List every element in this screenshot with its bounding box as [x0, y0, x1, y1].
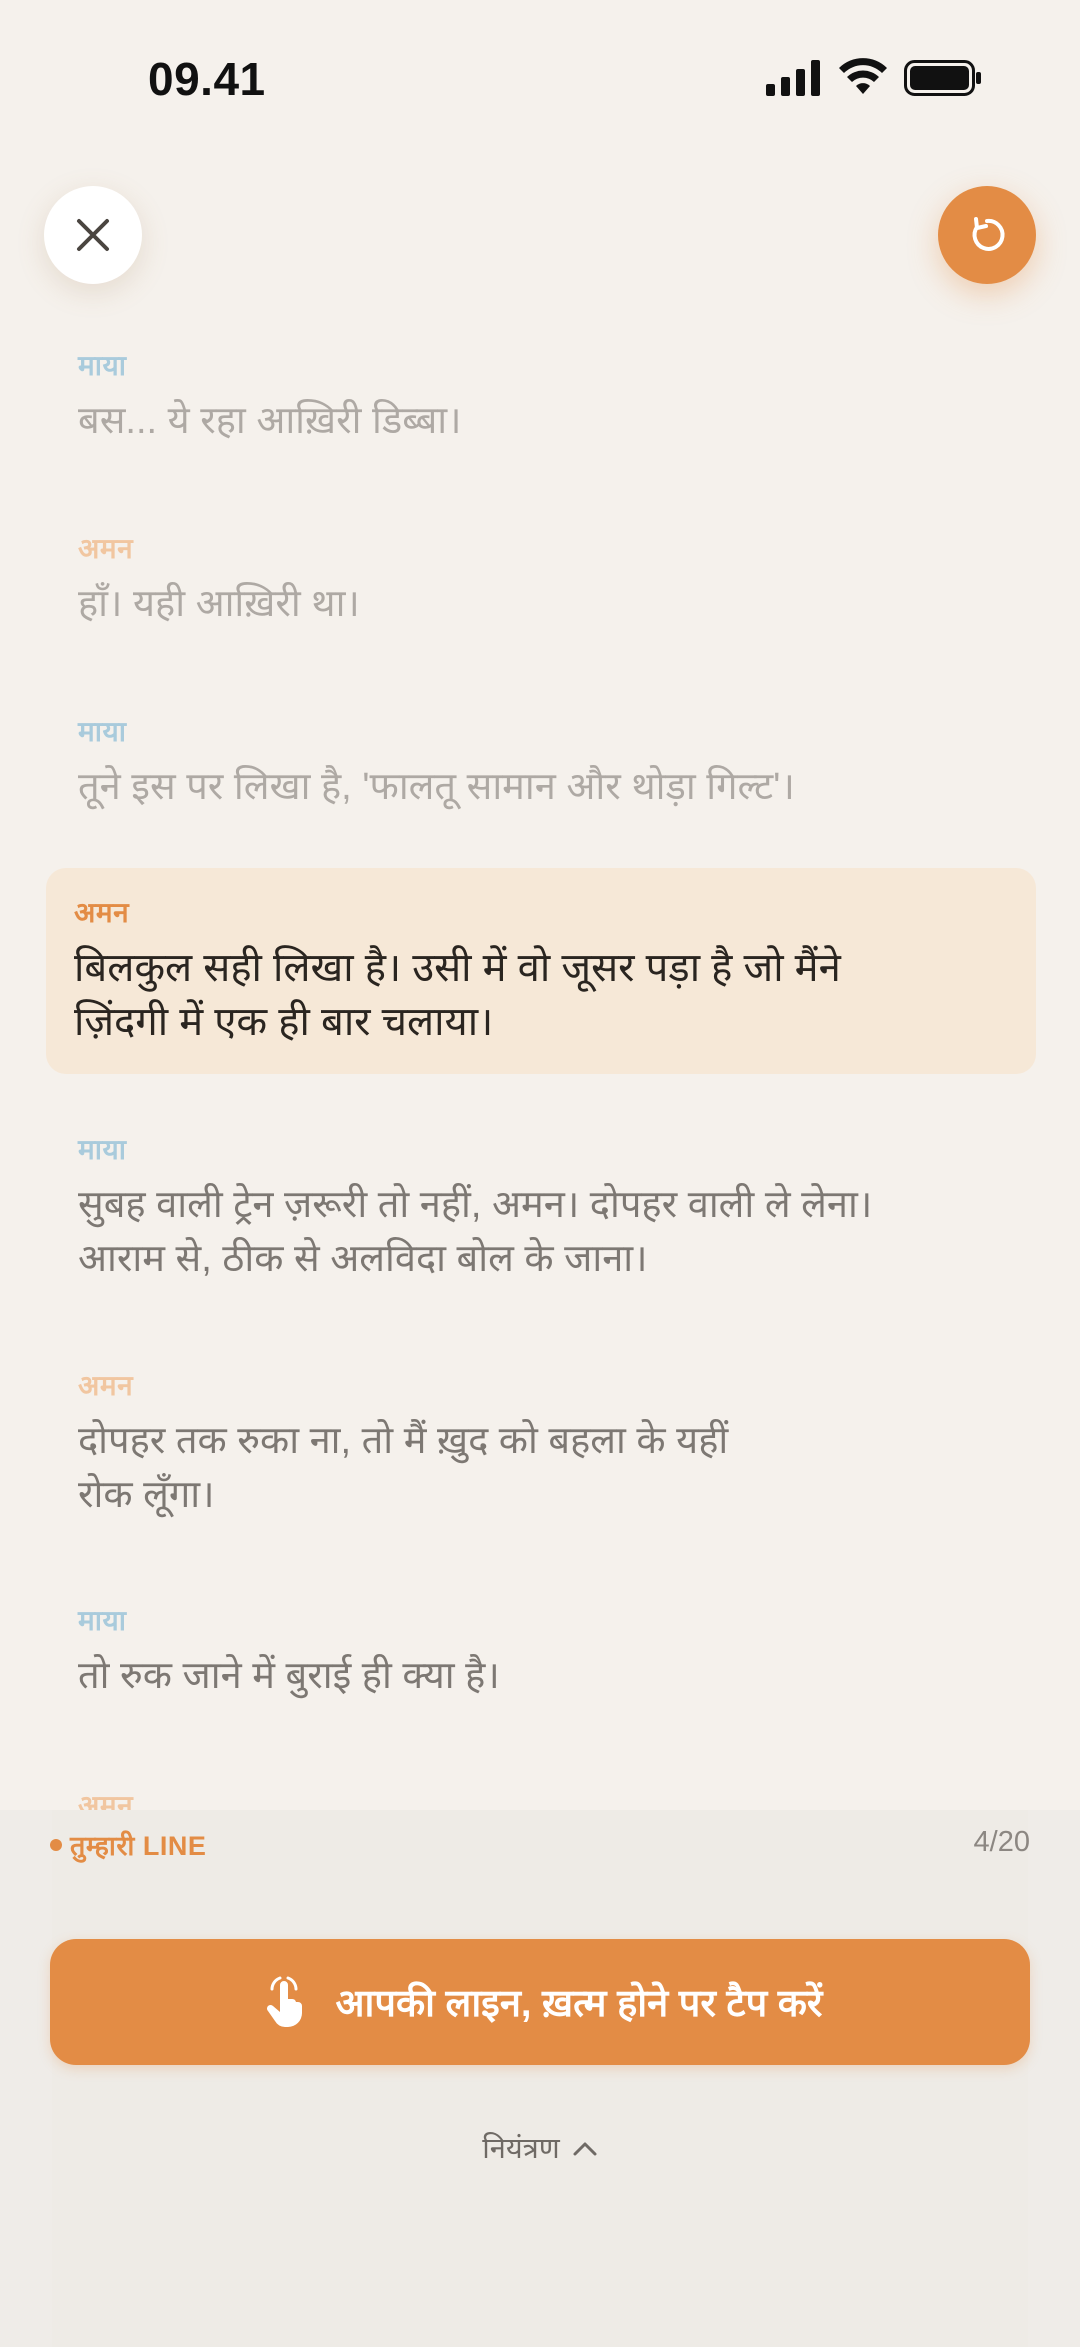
close-button[interactable] — [44, 186, 142, 284]
speaker-name: माया — [78, 716, 127, 747]
line-text-part: ज़िंदगी में एक ही बार चलाया। — [74, 1000, 494, 1044]
current-script-line: अमन बिलकुल सही लिखा है। उसी में वो जूसर … — [74, 893, 1014, 1049]
script-line: माया तूने इस पर लिखा है, 'फालतू सामान और… — [78, 712, 1018, 814]
tap-when-done-button[interactable]: आपकी लाइन, ख़त्म होने पर टैप करें — [50, 1939, 1030, 2065]
status-time: 09.41 — [148, 53, 266, 105]
tap-button-label: आपकी लाइन, ख़त्म होने पर टैप करें — [335, 1983, 823, 2025]
controls-label: नियंत्रण — [482, 2133, 560, 2165]
line-text: बिलकुल सही लिखा है। उसी में वो जूसर पड़ा… — [74, 941, 1014, 1049]
tap-hand-icon — [266, 1976, 302, 2027]
battery-icon — [904, 60, 981, 96]
script-line: माया सुबह वाली ट्रेन ज़रूरी तो नहीं, अमन… — [78, 1130, 1018, 1286]
speaker-name: अमन — [74, 897, 130, 928]
speaker-name: माया — [78, 350, 127, 381]
close-icon — [77, 219, 109, 251]
line-text: सुबह वाली ट्रेन ज़रूरी तो नहीं, अमन। दोप… — [78, 1178, 1018, 1286]
your-line-indicator: तुम्हारी LINE — [50, 1826, 206, 1863]
speaker-name: माया — [78, 1605, 127, 1636]
speaker-name: अमन — [78, 1370, 134, 1401]
line-text: बस... ये रहा आख़िरी डिब्बा। — [78, 400, 462, 442]
script-list[interactable]: माया बस... ये रहा आख़िरी डिब्बा। अमन हाँ… — [0, 330, 1080, 1810]
cellular-signal-icon — [766, 60, 820, 96]
line-text-part: बिलकुल सही लिखा है। उसी में वो जूसर पड़ा… — [74, 946, 841, 990]
speaker-name: अमन — [78, 1790, 134, 1810]
restart-icon — [972, 217, 1005, 251]
line-text: तूने इस पर लिखा है, 'फालतू सामान और थोड़… — [78, 766, 795, 808]
line-text-part: आराम से, ठीक से अलविदा बोल के जाना। — [78, 1238, 648, 1280]
line-text: तो रुक जाने में बुराई ही क्या है। — [78, 1655, 500, 1697]
line-text: दोपहर तक रुका ना, तो मैं ख़ुद को बहला के… — [78, 1414, 1018, 1522]
your-line-label: तुम्हारी LINE — [70, 1831, 207, 1861]
restart-button[interactable] — [938, 186, 1036, 284]
wifi-icon — [839, 58, 887, 94]
status-bar: 09.41 — [0, 0, 1080, 150]
line-text-part: रोक लूँगा। — [78, 1474, 215, 1516]
line-progress: 4/20 — [973, 1826, 1030, 1858]
panel-background — [52, 1810, 1028, 2347]
script-line: अमन — [78, 1786, 1018, 1810]
line-text-part: दोपहर तक रुका ना, तो मैं ख़ुद को बहला के… — [78, 1420, 729, 1462]
indicator-dot — [50, 1838, 62, 1851]
bottom-panel — [0, 1810, 1080, 2347]
speaker-name: माया — [78, 1134, 127, 1165]
chevron-up-icon — [573, 2142, 597, 2155]
line-text: हाँ। यही आख़िरी था। — [78, 583, 360, 625]
speaker-name: अमन — [78, 533, 134, 564]
script-line: अमन दोपहर तक रुका ना, तो मैं ख़ुद को बहल… — [78, 1366, 1018, 1522]
script-line: माया बस... ये रहा आख़िरी डिब्बा। — [78, 346, 1018, 448]
controls-toggle[interactable]: नियंत्रण — [0, 2128, 1080, 2167]
script-line: माया तो रुक जाने में बुराई ही क्या है। — [78, 1601, 1018, 1703]
script-line: अमन हाँ। यही आख़िरी था। — [78, 529, 1018, 631]
line-text-part: सुबह वाली ट्रेन ज़रूरी तो नहीं, अमन। दोप… — [78, 1184, 873, 1226]
